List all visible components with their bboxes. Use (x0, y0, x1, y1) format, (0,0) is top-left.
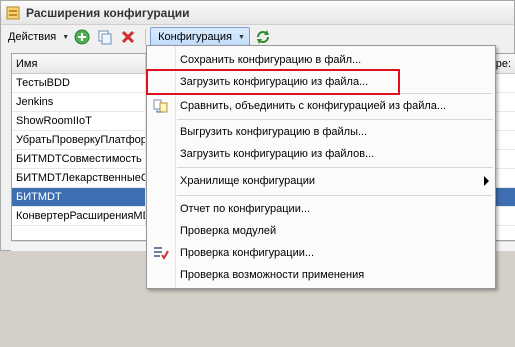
menu-item[interactable]: Загрузить конфигурацию из файлов... (147, 143, 495, 165)
highlight-annotation (146, 69, 400, 95)
menu-item[interactable]: Выгрузить конфигурацию в файлы... (147, 121, 495, 143)
menu-item[interactable]: Сохранить конфигурацию в файл... (147, 49, 495, 71)
menu-item[interactable]: Отчет по конфигурации... (147, 198, 495, 220)
configuration-menu-button[interactable]: Конфигурация ▼ (150, 27, 250, 47)
menu-item-label: Сохранить конфигурацию в файл... (180, 54, 362, 66)
actions-label: Действия (8, 31, 57, 43)
menu-item[interactable]: Проверка модулей (147, 220, 495, 242)
row-name-cell: ShowRoomIIoT (12, 112, 146, 130)
menu-item-label: Хранилище конфигурации (180, 175, 315, 187)
configuration-label: Конфигурация (158, 31, 232, 43)
compare-merge-icon (147, 95, 175, 117)
row-name-cell: УбратьПроверкуПлатфор (12, 131, 146, 149)
menu-item-icon-slot (147, 170, 175, 192)
column-header-name[interactable]: Имя (12, 54, 146, 73)
menu-item-icon-slot (147, 220, 175, 242)
menu-item-label: Проверка модулей (180, 225, 277, 237)
menu-item-label: Проверка возможности применения (180, 269, 365, 281)
add-icon (74, 29, 90, 45)
menu-item[interactable]: Проверка конфигурации... (147, 242, 495, 264)
toolbar-separator (145, 29, 147, 45)
menu-separator (177, 167, 493, 168)
title-bar: Расширения конфигурации (1, 1, 514, 25)
window-title: Расширения конфигурации (26, 5, 190, 20)
menu-separator (177, 195, 493, 196)
row-name-cell: ТестыBDD (12, 74, 146, 92)
row-name-cell: Jenkins (12, 93, 146, 111)
menu-item-label: Отчет по конфигурации... (180, 203, 311, 215)
menu-item-label: Сравнить, объединить с конфигурацией из … (180, 100, 447, 112)
menu-item-label: Загрузить конфигурацию из файлов... (180, 148, 375, 160)
menu-item[interactable]: Проверка возможности применения (147, 264, 495, 286)
menu-item-icon-slot (147, 49, 175, 71)
add-button[interactable] (72, 27, 92, 47)
menu-item-icon-slot (147, 143, 175, 165)
menu-item-icon-slot (147, 121, 175, 143)
delete-button[interactable] (118, 27, 138, 47)
row-name-cell: БИТMDTСовместимость (12, 150, 146, 168)
row-name-cell: БИТMDTЛекарственныеС (12, 169, 146, 187)
menu-item[interactable]: Хранилище конфигурации (147, 170, 495, 192)
copy-icon (98, 30, 112, 45)
window-icon (5, 5, 21, 21)
refresh-icon (256, 30, 269, 44)
row-name-cell: КонвертерРасширенияMD (12, 207, 146, 225)
actions-menu-button[interactable]: Действия ▼ (5, 27, 69, 47)
menu-item[interactable]: Сравнить, объединить с конфигурацией из … (147, 95, 495, 117)
chevron-down-icon: ▼ (62, 33, 70, 41)
chevron-down-icon: ▼ (237, 33, 245, 41)
row-name-cell: БИТMDT (12, 188, 146, 206)
menu-item-label: Проверка конфигурации... (180, 247, 315, 259)
refresh-button[interactable] (253, 27, 273, 47)
menu-item-icon-slot (147, 198, 175, 220)
delete-icon (122, 30, 135, 44)
check-config-icon (147, 242, 175, 264)
menu-separator (177, 119, 493, 120)
menu-item-label: Выгрузить конфигурацию в файлы... (180, 126, 368, 138)
submenu-arrow-icon (484, 176, 489, 186)
menu-item-icon-slot (147, 264, 175, 286)
copy-button[interactable] (95, 27, 115, 47)
